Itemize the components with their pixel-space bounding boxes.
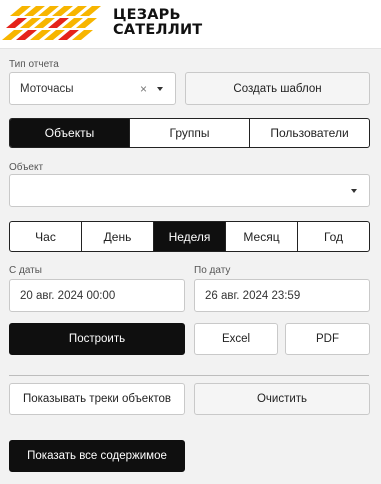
excel-button[interactable]: Excel [194,323,278,355]
date-to-field[interactable]: 26 авг. 2024 23:59 [194,279,370,312]
period-tabs: Час День Неделя Месяц Год [9,221,370,252]
object-select[interactable] [9,174,370,207]
tab-objects[interactable]: Объекты [10,119,129,147]
show-all-button[interactable]: Показать все содержимое [9,440,185,472]
tab-users[interactable]: Пользователи [249,119,369,147]
pdf-button[interactable]: PDF [285,323,370,355]
tab-year[interactable]: Год [297,222,369,251]
show-tracks-button[interactable]: Показывать треки объектов [9,383,185,415]
create-template-button[interactable]: Создать шаблон [185,72,370,105]
app-header: ЦЕЗАРЬ САТЕЛЛИТ [0,0,381,49]
date-from-field[interactable]: 20 авг. 2024 00:00 [9,279,185,312]
date-from-label: С даты [9,265,42,276]
date-to-label: По дату [194,265,231,276]
chevron-down-icon [351,188,357,193]
logo-line-2: САТЕЛЛИТ [113,22,203,38]
chevron-down-icon [157,86,163,91]
logo-text: ЦЕЗАРЬ САТЕЛЛИТ [113,8,202,38]
tab-day[interactable]: День [81,222,153,251]
report-type-label: Тип отчета [9,59,59,70]
logo-stripes-icon [2,6,101,40]
entity-tabs: Объекты Группы Пользователи [9,118,370,148]
tab-groups[interactable]: Группы [129,119,249,147]
build-button[interactable]: Построить [9,323,185,355]
clear-button[interactable]: Очистить [194,383,370,415]
tab-week[interactable]: Неделя [153,222,225,251]
object-label: Объект [9,162,44,173]
report-type-value: Моточасы [20,82,74,95]
logo-line-1: ЦЕЗАРЬ [113,7,181,23]
tab-month[interactable]: Месяц [225,222,297,251]
report-type-select[interactable]: Моточасы × [9,72,176,105]
tab-hour[interactable]: Час [10,222,81,251]
divider [9,375,369,376]
clear-icon[interactable]: × [140,82,147,96]
